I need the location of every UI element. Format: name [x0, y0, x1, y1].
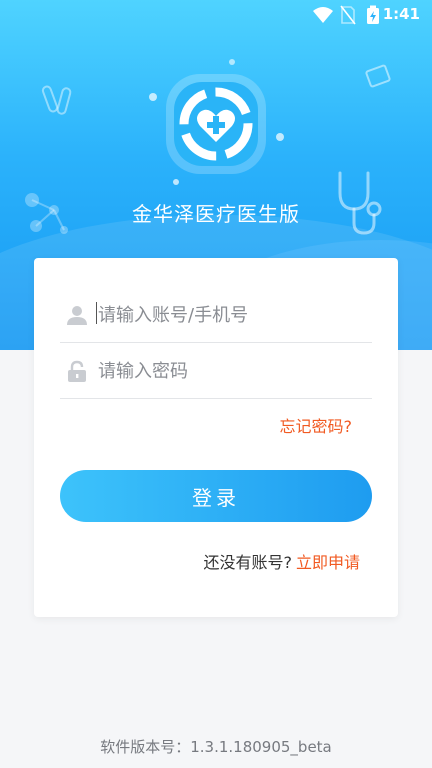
sparkle-dot	[276, 133, 284, 141]
battery-charging-icon	[367, 5, 379, 24]
forgot-password-link[interactable]: 忘记密码?	[280, 413, 353, 437]
sparkle-dot	[149, 93, 157, 101]
version-label: 软件版本号：1.3.1.180905_beta	[100, 738, 332, 756]
sparkle-dot	[229, 59, 235, 65]
status-bar: 1:41	[0, 0, 432, 30]
wifi-icon	[313, 7, 333, 23]
no-sim-icon	[340, 5, 356, 25]
lock-icon	[68, 360, 86, 382]
clipboard-icon	[365, 64, 391, 88]
app-title: 金华泽医疗医生版	[132, 202, 300, 226]
login-screen: 1:41 金华泽医疗医生版 请输入账号/手机号 忘记密码? 登录 还没有账号? …	[0, 0, 432, 768]
register-row: 还没有账号? 立即申请	[203, 549, 360, 573]
apply-now-link[interactable]: 立即申请	[296, 553, 360, 572]
sparkle-dot	[173, 179, 179, 185]
no-account-text: 还没有账号?	[203, 553, 292, 572]
clock-time: 1:41	[382, 5, 420, 23]
heart-plus-logo-icon	[166, 74, 266, 174]
app-logo	[162, 70, 270, 178]
username-field	[60, 286, 372, 343]
test-tube-icon	[41, 85, 72, 115]
password-field	[60, 342, 372, 399]
user-icon	[67, 306, 87, 325]
login-button[interactable]: 登录	[60, 470, 372, 522]
login-card: 忘记密码? 登录 还没有账号?立即申请	[34, 258, 398, 617]
username-input[interactable]	[96, 298, 370, 332]
password-input[interactable]	[96, 354, 370, 388]
